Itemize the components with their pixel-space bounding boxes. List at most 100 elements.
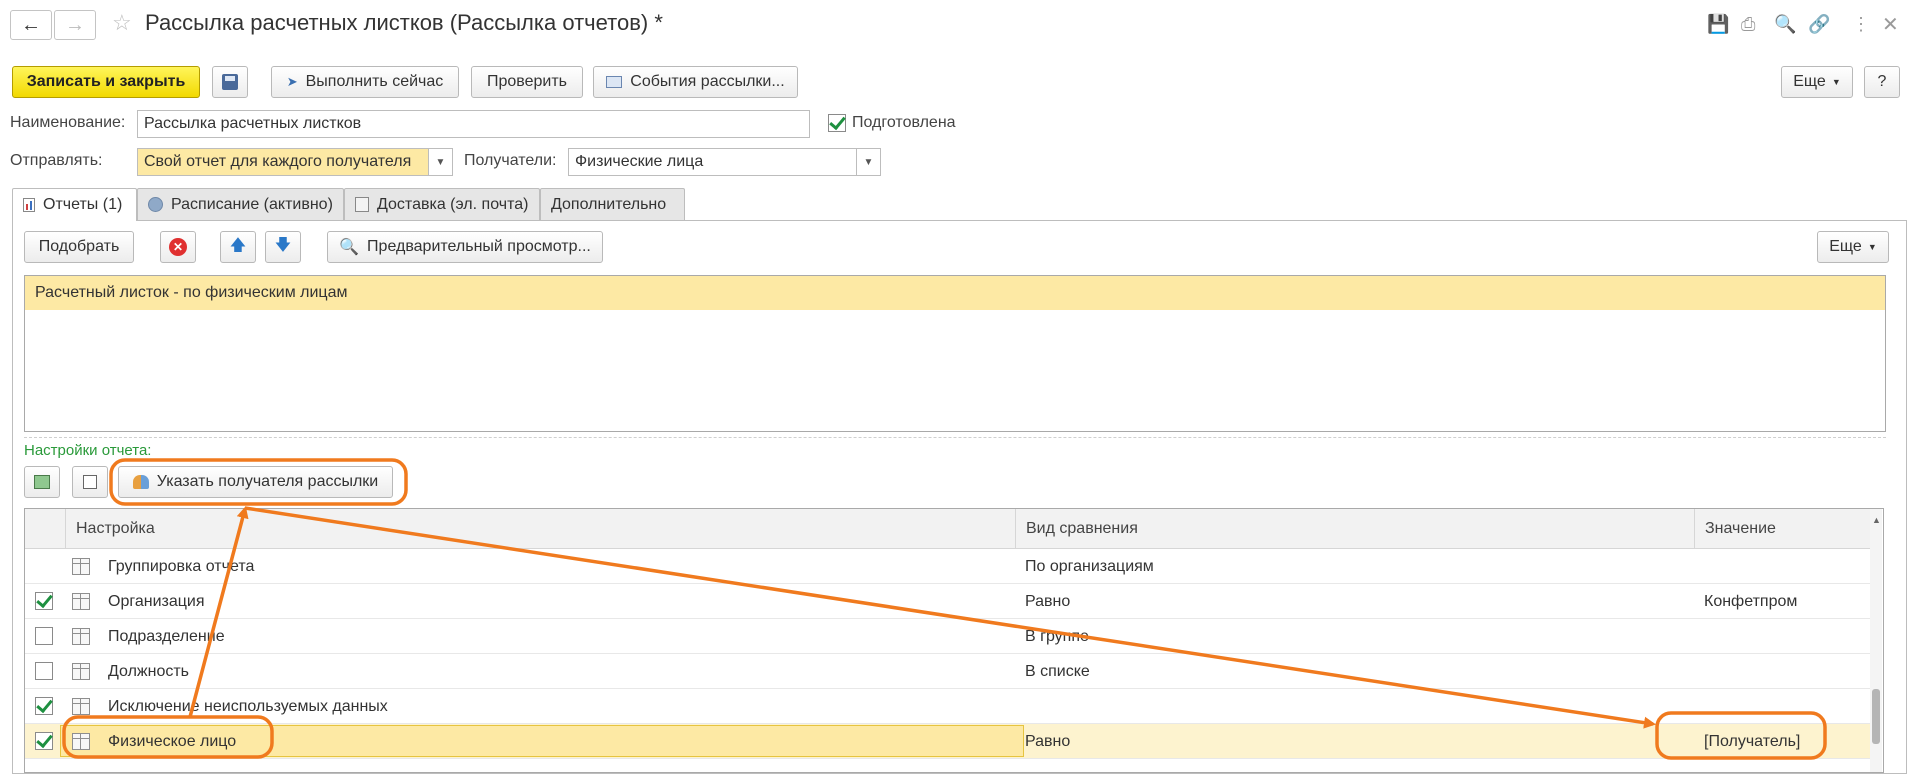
window-title: Рассылка расчетных листков (Рассылка отч… xyxy=(145,10,663,35)
reports-more-button[interactable]: Еще ▼ xyxy=(1817,231,1889,263)
favorite-star-icon[interactable]: ☆ xyxy=(112,10,132,36)
send-label: Отправлять: xyxy=(10,152,103,169)
filter-field-icon xyxy=(72,593,90,610)
tab-additional[interactable]: Дополнительно xyxy=(540,188,685,220)
more-vertical-icon[interactable]: ⋮ xyxy=(1852,14,1870,35)
recipient-users-icon xyxy=(132,475,149,489)
row-checkbox[interactable] xyxy=(35,592,53,610)
pick-button[interactable]: Подобрать xyxy=(24,231,134,263)
arrow-up-icon: 🡅 xyxy=(229,236,247,254)
comparison[interactable]: Равно xyxy=(1025,724,1070,759)
filter-field-icon xyxy=(72,663,90,680)
tab-additional-label: Дополнительно xyxy=(551,195,667,213)
help-button[interactable]: ? xyxy=(1864,66,1900,98)
move-up-button[interactable]: 🡅 xyxy=(220,231,256,263)
comparison[interactable]: По организациям xyxy=(1025,549,1154,584)
scroll-thumb[interactable] xyxy=(1872,689,1880,744)
name-field[interactable]: Рассылка расчетных листков xyxy=(137,110,810,138)
dropdown-icon[interactable]: ▼ xyxy=(856,149,880,175)
run-now-button[interactable]: ➤ Выполнить сейчас xyxy=(271,66,459,98)
reports-more-label: Еще xyxy=(1829,238,1862,255)
more-label: Еще xyxy=(1793,73,1826,90)
column-check xyxy=(25,509,65,549)
send-mode-select[interactable]: Свой отчет для каждого получателя ▼ xyxy=(137,148,453,176)
setting-name: Исключение неиспользуемых данных xyxy=(108,697,388,715)
copy-icon xyxy=(83,475,97,489)
comparison[interactable]: Равно xyxy=(1025,584,1070,619)
recipients-label: Получатели: xyxy=(464,152,557,169)
print-icon[interactable]: ⎙ xyxy=(1741,14,1755,35)
save-disk-icon[interactable]: 💾 xyxy=(1707,14,1729,35)
back-button[interactable]: ← xyxy=(10,10,52,40)
table-row[interactable]: Исключение неиспользуемых данных xyxy=(25,689,1875,724)
specify-recipient-button[interactable]: Указать получателя рассылки xyxy=(118,466,393,498)
check-all-button[interactable] xyxy=(24,466,60,498)
row-checkbox[interactable] xyxy=(35,732,53,750)
settings-table[interactable]: Настройка Вид сравнения Значение Группир… xyxy=(24,508,1884,773)
more-button[interactable]: Еще ▼ xyxy=(1781,66,1853,98)
value[interactable]: [Получатель] xyxy=(1704,724,1800,759)
tab-reports[interactable]: Отчеты (1) xyxy=(12,188,137,221)
forward-button[interactable]: → xyxy=(54,10,96,40)
tab-schedule[interactable]: Расписание (активно) xyxy=(137,188,344,220)
report-chart-icon xyxy=(23,198,35,212)
table-row[interactable]: Подразделение В группе xyxy=(25,619,1875,654)
value[interactable]: Конфетпром xyxy=(1704,584,1797,619)
column-value[interactable]: Значение xyxy=(1694,509,1875,549)
setting-name: Группировка отчета xyxy=(108,557,255,575)
link-icon[interactable]: 🔗 xyxy=(1808,14,1830,35)
send-mode-value: Свой отчет для каждого получателя xyxy=(144,153,412,170)
comparison[interactable]: В списке xyxy=(1025,654,1090,689)
recipients-select[interactable]: Физические лица ▼ xyxy=(568,148,881,176)
setting-name: Должность xyxy=(108,662,189,680)
preview-button[interactable]: 🔍 Предварительный просмотр... xyxy=(327,231,603,263)
arrow-right-icon: → xyxy=(65,13,85,36)
list-item[interactable]: Расчетный листок - по физическим лицам xyxy=(25,276,1885,310)
row-checkbox[interactable] xyxy=(35,697,53,715)
table-row[interactable]: Должность В списке xyxy=(25,654,1875,689)
prepared-checkbox[interactable] xyxy=(828,114,846,132)
scroll-up-icon[interactable]: ▲ xyxy=(1872,515,1881,525)
table-row[interactable]: Группировка отчета По организациям xyxy=(25,549,1875,584)
save-and-close-button[interactable]: Записать и закрыть xyxy=(12,66,200,98)
filter-field-icon xyxy=(72,628,90,645)
vertical-scrollbar[interactable]: ▲ xyxy=(1870,509,1882,772)
name-label: Наименование: xyxy=(10,114,126,131)
row-checkbox[interactable] xyxy=(35,627,53,645)
floppy-disk-icon xyxy=(222,74,238,90)
recipients-value: Физические лица xyxy=(575,153,704,170)
events-button[interactable]: События рассылки... xyxy=(593,66,798,98)
events-label: События рассылки... xyxy=(630,73,785,90)
prepared-label: Подготовлена xyxy=(852,114,956,131)
reports-list[interactable]: Расчетный листок - по физическим лицам xyxy=(24,275,1886,432)
check-button[interactable]: Проверить xyxy=(471,66,583,98)
setting-name: Организация xyxy=(108,592,205,610)
comparison[interactable]: В группе xyxy=(1025,619,1089,654)
column-comparison[interactable]: Вид сравнения xyxy=(1015,509,1694,549)
close-icon[interactable]: ✕ xyxy=(1882,12,1899,37)
move-down-button[interactable]: 🡇 xyxy=(265,231,301,263)
arrow-down-icon: 🡇 xyxy=(274,236,292,254)
uncheck-all-button[interactable] xyxy=(72,466,108,498)
column-setting[interactable]: Настройка xyxy=(65,509,1015,549)
table-row[interactable]: Организация Равно Конфетпром xyxy=(25,584,1875,619)
magnifier-icon: 🔍 xyxy=(339,239,360,256)
grouping-icon xyxy=(72,558,90,575)
specify-recipient-label: Указать получателя рассылки xyxy=(156,473,379,490)
save-button[interactable] xyxy=(212,66,248,98)
table-row-selected[interactable]: Физическое лицо Равно [Получатель] xyxy=(25,724,1875,759)
arrow-left-icon: ← xyxy=(21,13,41,36)
clock-icon xyxy=(148,197,163,212)
run-arrow-icon: ➤ xyxy=(286,74,298,89)
delete-button[interactable]: ✕ xyxy=(160,231,196,263)
preview-label: Предварительный просмотр... xyxy=(367,238,591,255)
filter-field-icon xyxy=(72,698,90,715)
preview-icon[interactable]: 🔍 xyxy=(1774,14,1796,35)
divider xyxy=(24,437,1886,438)
tab-reports-label: Отчеты (1) xyxy=(43,196,123,213)
row-checkbox[interactable] xyxy=(35,662,53,680)
report-settings-label: Настройки отчета: xyxy=(24,442,152,459)
report-name: Расчетный листок - по физическим лицам xyxy=(35,284,348,301)
tab-delivery[interactable]: Доставка (эл. почта) xyxy=(344,188,540,220)
dropdown-icon[interactable]: ▼ xyxy=(428,149,452,175)
